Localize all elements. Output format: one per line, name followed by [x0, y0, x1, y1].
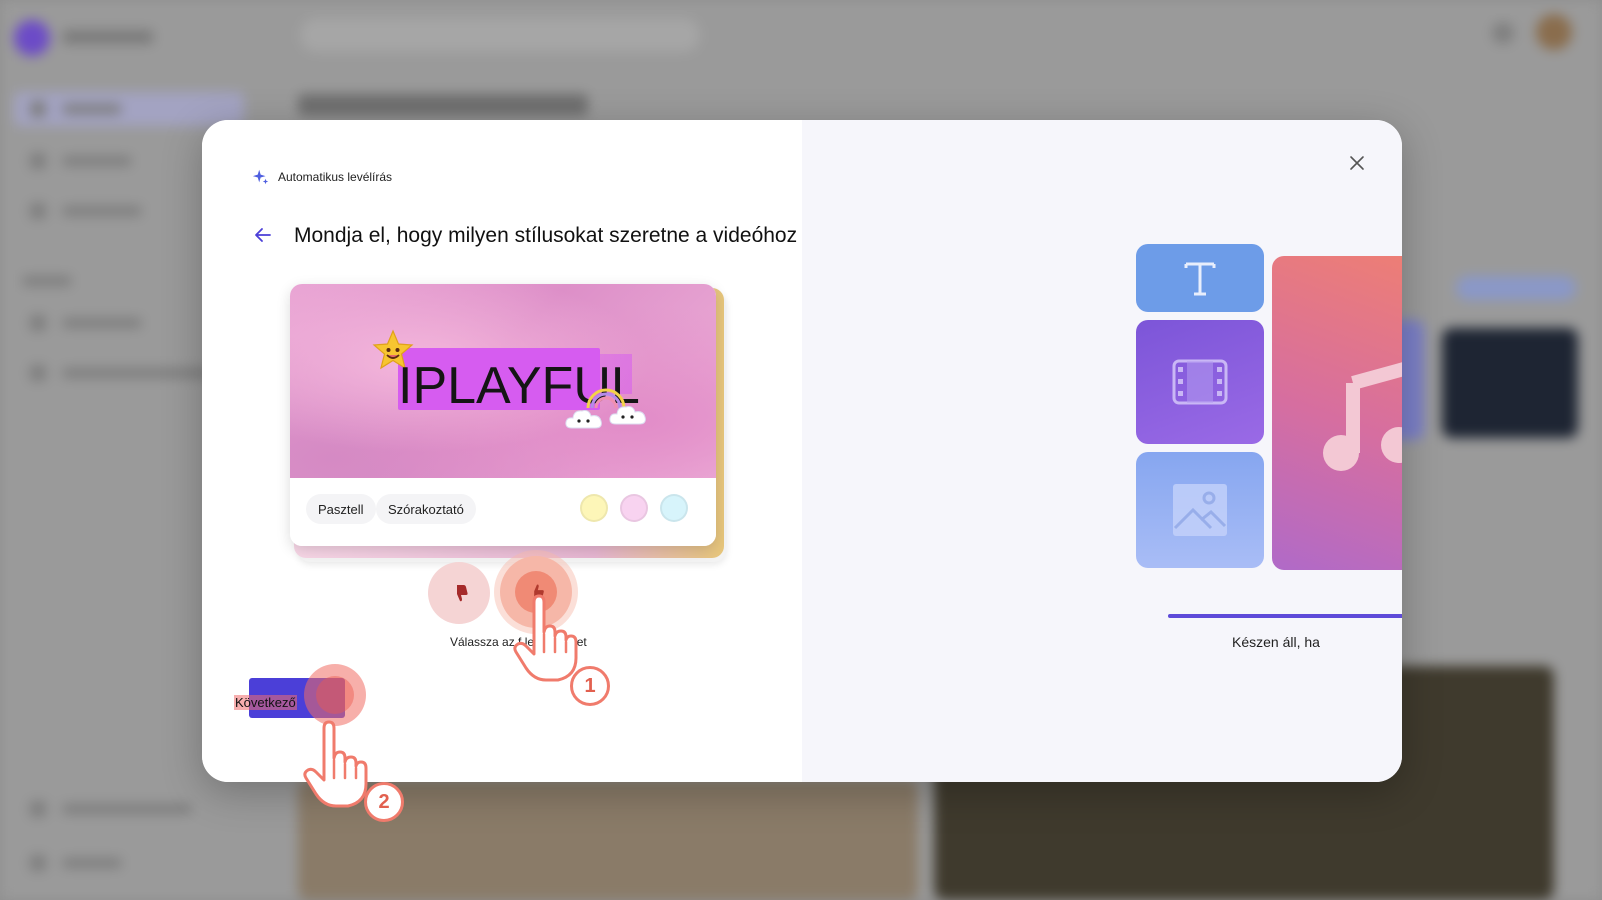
dislike-button[interactable]	[428, 562, 490, 624]
app-name-blur	[62, 30, 154, 44]
image-tile	[1136, 452, 1264, 568]
style-preview-image: IPLAYFUL	[290, 284, 716, 478]
music-note-icon	[1323, 362, 1402, 471]
style-dialog: Automatikus levélírás Mondja el, hogy mi…	[202, 120, 1402, 782]
progress-bar	[1168, 614, 1402, 618]
sidebar-item-6	[14, 792, 244, 826]
text-icon	[1184, 262, 1216, 296]
dialog-left-pane: Automatikus levélírás Mondja el, hogy mi…	[202, 120, 802, 782]
film-icon	[1172, 359, 1228, 405]
color-swatch	[580, 494, 608, 522]
brand-label: Automatikus levélírás	[278, 170, 393, 184]
style-card: IPLAYFUL Pasztell Szórakoztató	[290, 284, 716, 546]
hand-pointer-icon	[513, 594, 578, 682]
next-button-label: Következő	[234, 695, 297, 710]
hand-pointer-icon	[303, 720, 368, 808]
cloud-sticker-icon	[565, 410, 602, 429]
color-swatch	[660, 494, 688, 522]
sparkle-icon	[252, 169, 269, 185]
cloud-sticker-icon	[609, 406, 646, 425]
close-icon[interactable]	[1346, 152, 1368, 174]
arrow-left-icon[interactable]	[252, 224, 274, 246]
step-2-badge: 2	[364, 782, 404, 822]
step-1-badge: 1	[570, 666, 610, 706]
style-card-footer: Pasztell Szórakoztató	[290, 478, 716, 546]
sidebar-item-7	[14, 846, 244, 880]
brand-header: Automatikus levélírás	[252, 168, 392, 186]
thumbs-down-icon	[451, 585, 468, 602]
avatar	[1536, 14, 1572, 50]
text-tile	[1136, 244, 1264, 312]
blur-pill	[1456, 276, 1576, 300]
page-heading-blur	[298, 94, 588, 116]
status-text: Készen áll, ha	[1232, 634, 1320, 650]
music-tile	[1272, 256, 1402, 570]
tag-chip: Pasztell	[306, 494, 376, 524]
tag-chip: Szórakoztató	[376, 494, 476, 524]
app-logo	[14, 20, 50, 56]
color-swatch	[620, 494, 648, 522]
thumb-2	[1442, 328, 1578, 438]
dialog-title: Mondja el, hogy milyen stílusokat szeret…	[294, 224, 798, 247]
image-icon	[1173, 484, 1227, 536]
dialog-right-pane: Készen áll, ha	[802, 120, 1402, 782]
settings-icon	[1492, 22, 1514, 44]
search-bar-blur	[300, 18, 700, 52]
video-tile	[1136, 320, 1264, 444]
